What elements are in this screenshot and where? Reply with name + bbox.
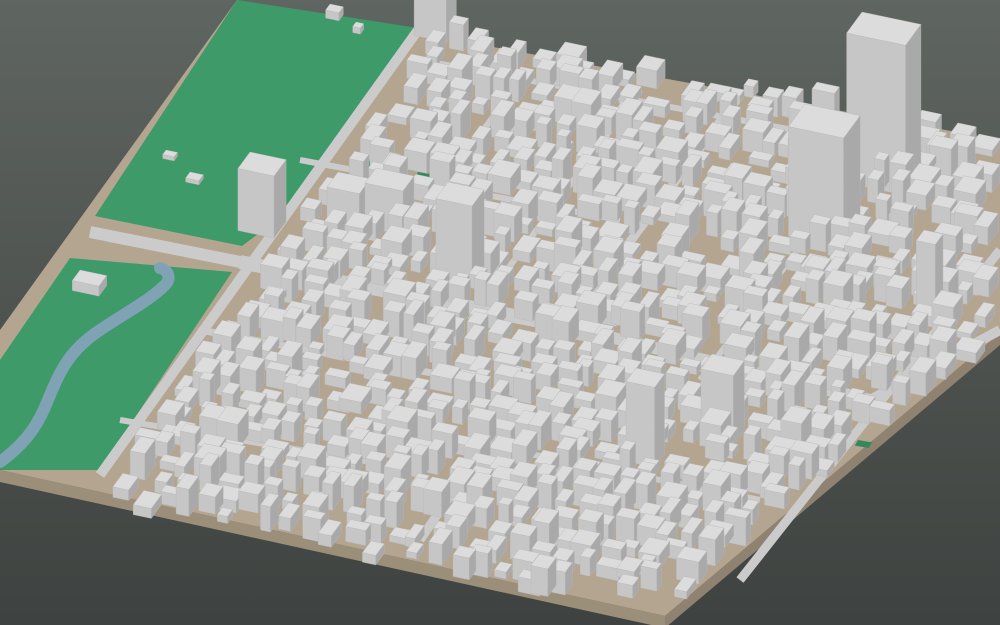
- building-face-front: [743, 84, 754, 99]
- building-face-front: [788, 463, 800, 491]
- building: [530, 553, 557, 598]
- building: [448, 15, 469, 52]
- building-face-front: [237, 168, 275, 239]
- building: [620, 300, 646, 341]
- building: [868, 399, 895, 427]
- building-face-front: [579, 555, 591, 577]
- building-face-front: [828, 443, 839, 463]
- building-face-front: [326, 334, 344, 362]
- building-face-front: [809, 221, 827, 253]
- building: [789, 229, 811, 255]
- map-viewport[interactable]: [0, 0, 1000, 625]
- building: [764, 482, 790, 510]
- building-face-front: [452, 554, 470, 581]
- building-face-front: [530, 565, 548, 597]
- building-face-front: [514, 297, 533, 322]
- building: [809, 214, 832, 253]
- building-face-front: [805, 277, 819, 305]
- building-face-front: [474, 278, 486, 307]
- building-face-front: [683, 428, 694, 444]
- building-face-front: [620, 307, 640, 341]
- building-face-front: [536, 481, 552, 511]
- building: [601, 194, 623, 222]
- building-face-front: [423, 488, 442, 518]
- building: [805, 268, 826, 306]
- building: [452, 545, 477, 581]
- building-face-front: [427, 448, 438, 476]
- building: [369, 261, 390, 287]
- building-face-front: [449, 21, 464, 52]
- building-face-front: [640, 565, 658, 592]
- building: [345, 519, 372, 547]
- building: [892, 374, 911, 407]
- building-face-front: [175, 486, 190, 517]
- building: [577, 193, 605, 222]
- building: [237, 151, 287, 239]
- building: [384, 490, 405, 530]
- building: [325, 3, 344, 22]
- building-face-front: [909, 369, 927, 397]
- building: [616, 573, 640, 600]
- building-face-front: [451, 406, 463, 426]
- building-face-front: [871, 361, 887, 392]
- building-face-front: [403, 85, 418, 106]
- building-face-front: [282, 464, 297, 493]
- building-face-front: [401, 355, 417, 381]
- city-model-scene: [0, 0, 1000, 625]
- building: [536, 473, 558, 511]
- building-face-front: [280, 419, 295, 443]
- building: [706, 203, 724, 238]
- building-face-front: [875, 198, 888, 221]
- building: [615, 507, 641, 545]
- building: [365, 450, 387, 475]
- building-face-front: [474, 73, 491, 101]
- building-face-front: [410, 259, 421, 274]
- building-face-front: [601, 200, 618, 222]
- building-face-side: [654, 373, 665, 469]
- building: [704, 432, 730, 463]
- building: [788, 455, 806, 491]
- building: [282, 458, 302, 493]
- building-face-front: [892, 380, 906, 407]
- building: [640, 559, 662, 592]
- building: [870, 353, 894, 392]
- building-face-front: [615, 515, 635, 545]
- building-face-front: [302, 515, 321, 543]
- building: [804, 372, 828, 411]
- building-face-front: [706, 211, 718, 238]
- building-face-front: [885, 285, 903, 310]
- building-face-front: [428, 541, 443, 566]
- building-face-front: [260, 504, 271, 533]
- building-face-front: [851, 400, 870, 425]
- building-face-front: [282, 316, 296, 343]
- building-face-front: [681, 165, 694, 188]
